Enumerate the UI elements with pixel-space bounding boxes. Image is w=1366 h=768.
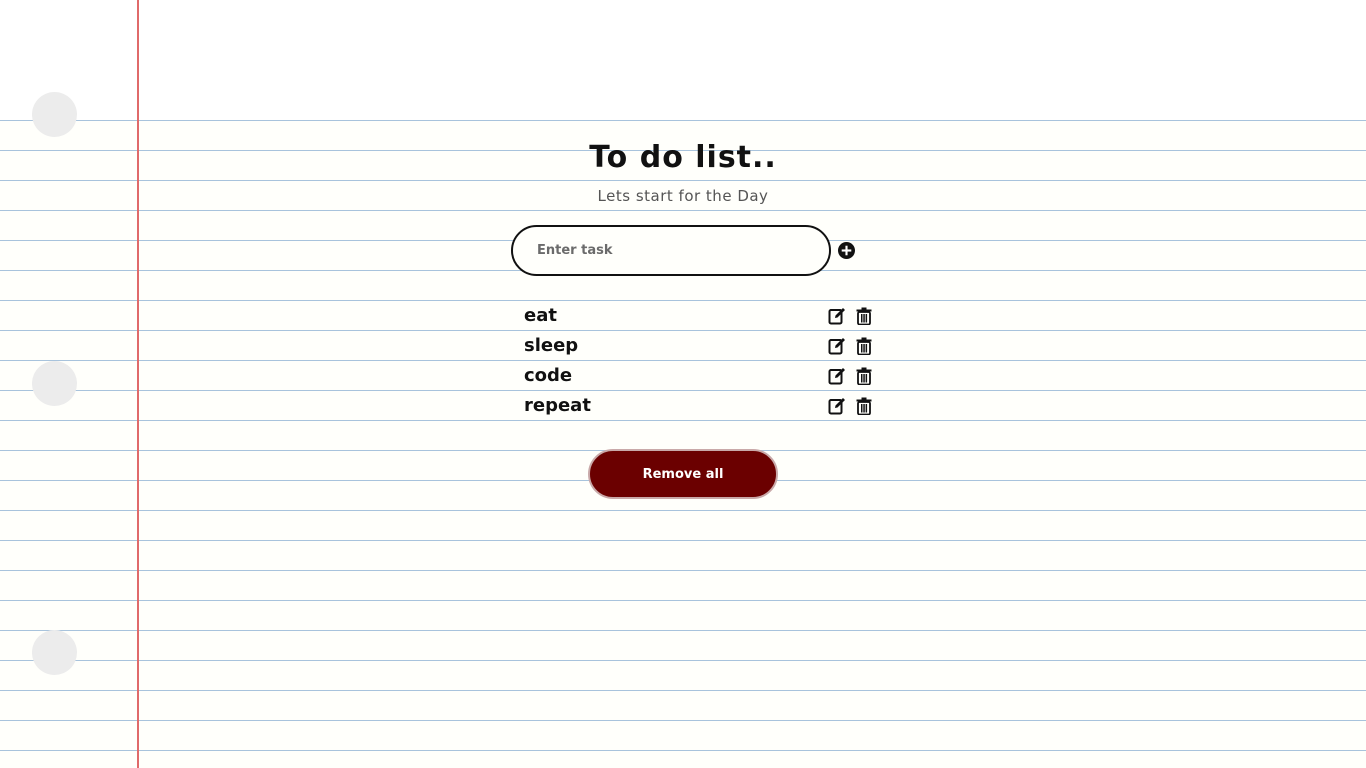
trash-icon (856, 367, 872, 386)
binder-hole (32, 92, 77, 137)
plus-circle-icon (838, 242, 855, 259)
page-header-area (0, 0, 1366, 120)
task-input[interactable] (511, 225, 831, 276)
margin-line (137, 0, 139, 768)
task-text: code (524, 365, 573, 386)
edit-icon (828, 398, 845, 415)
trash-icon (856, 397, 872, 416)
task-list: eat sleep code repeat (524, 301, 876, 421)
edit-task-button[interactable] (828, 397, 846, 415)
trash-icon (856, 337, 872, 356)
page-subtitle: Lets start for the Day (597, 187, 769, 205)
ruled-lines (0, 120, 1366, 768)
delete-task-button[interactable] (855, 337, 873, 356)
add-task-button[interactable] (838, 242, 855, 259)
task-item: repeat (524, 391, 876, 421)
edit-task-button[interactable] (828, 367, 846, 385)
task-item: code (524, 361, 876, 391)
task-text: repeat (524, 395, 591, 416)
remove-all-button[interactable]: Remove all (588, 449, 778, 499)
edit-icon (828, 338, 845, 355)
delete-task-button[interactable] (855, 367, 873, 386)
edit-icon (828, 368, 845, 385)
binder-hole (32, 630, 77, 675)
task-text: eat (524, 305, 557, 326)
delete-task-button[interactable] (855, 397, 873, 416)
page-title: To do list.. (589, 140, 777, 175)
task-text: sleep (524, 335, 579, 356)
trash-icon (856, 307, 872, 326)
edit-task-button[interactable] (828, 337, 846, 355)
delete-task-button[interactable] (855, 307, 873, 326)
edit-task-button[interactable] (828, 307, 846, 325)
task-item: eat (524, 301, 876, 331)
binder-hole (32, 361, 77, 406)
edit-icon (828, 308, 845, 325)
task-item: sleep (524, 331, 876, 361)
